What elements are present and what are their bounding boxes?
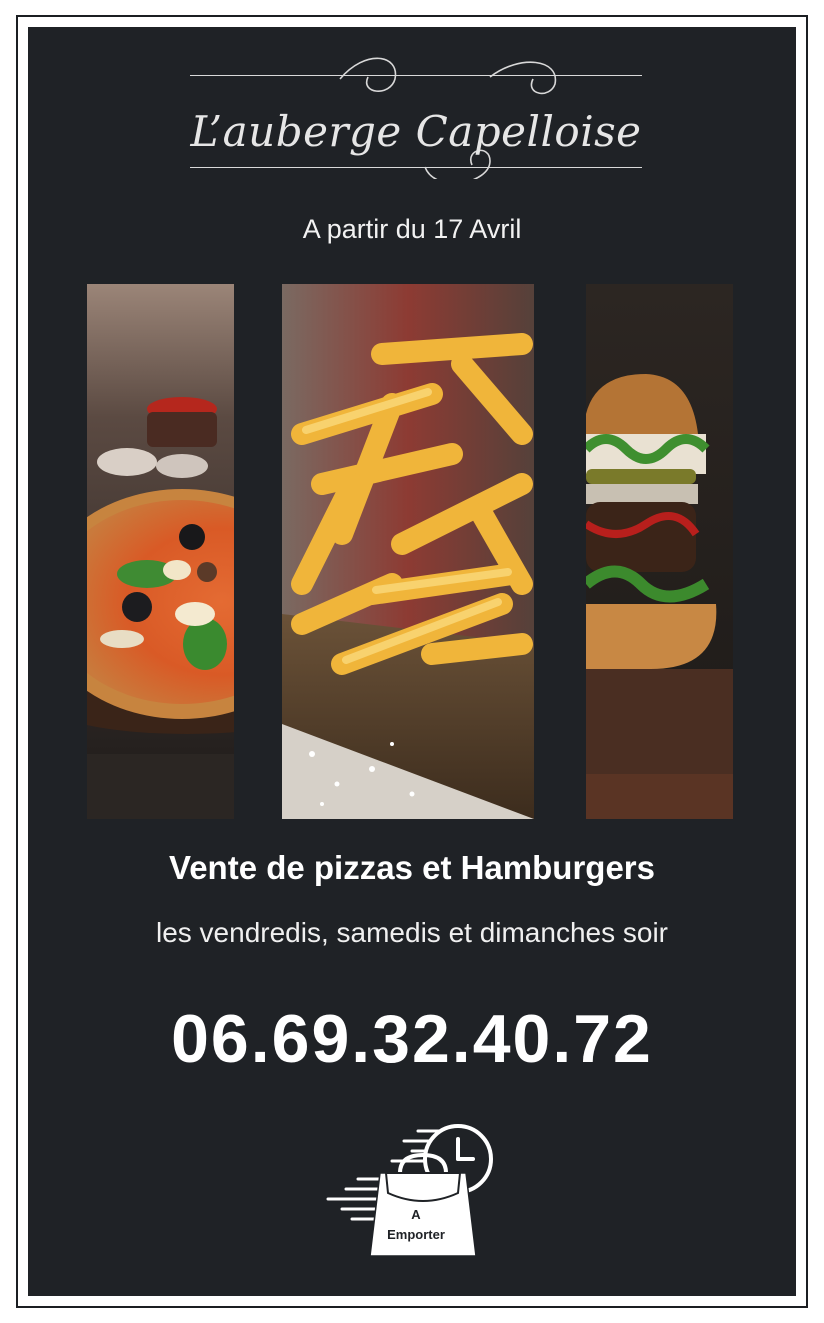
brand-name: L’auberge Capelloise (190, 107, 642, 156)
takeaway-label-line1: A (411, 1207, 421, 1222)
takeaway-label-line2: Emporter (387, 1227, 445, 1242)
fries-photo (282, 284, 534, 819)
start-date: A partir du 17 Avril (302, 214, 522, 244)
burger-photo (586, 284, 733, 819)
poster: L’auberge Capelloise A partir du 17 Avri… (28, 27, 796, 1296)
offer-headline: Vente de pizzas et Hamburgers (169, 849, 655, 886)
pizza-photo (87, 284, 234, 819)
logo: L’auberge Capelloise (190, 49, 642, 179)
offer-schedule: les vendredis, samedis et dimanches soir (155, 917, 668, 948)
phone-number[interactable]: 06.69.32.40.72 (28, 997, 796, 1081)
